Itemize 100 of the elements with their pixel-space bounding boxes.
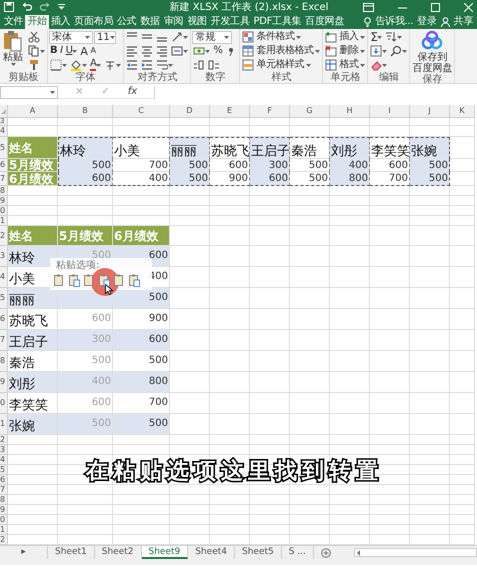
sign-in-link[interactable]: 登录 <box>415 15 439 29</box>
fill-down-button[interactable] <box>369 44 388 58</box>
row-header[interactable]: 5 <box>0 137 8 159</box>
column-header[interactable]: J <box>410 105 450 118</box>
paste-option-button[interactable] <box>99 273 110 287</box>
decrease-indent-button[interactable] <box>125 58 140 72</box>
ribbon-display-icon[interactable] <box>363 2 374 12</box>
column-header[interactable]: C <box>113 105 170 118</box>
scissors-button[interactable] <box>27 30 41 44</box>
row-header[interactable]: 1 <box>0 216 8 226</box>
ribbon-tab[interactable]: 开始 <box>25 15 49 29</box>
italic-button[interactable]: I <box>59 44 64 58</box>
row-header[interactable]: 8 <box>0 495 8 505</box>
wrap-text-button[interactable] <box>155 58 174 72</box>
paintbrush-button[interactable] <box>27 58 41 72</box>
row-header[interactable]: 6 <box>0 309 8 330</box>
row-header[interactable]: 7 <box>0 330 8 351</box>
sheet-tab[interactable]: Sheet9 <box>142 546 188 559</box>
underline-button[interactable]: U <box>64 44 78 58</box>
row-header[interactable]: 8 <box>0 351 8 372</box>
sort-filter-button[interactable] <box>384 30 404 44</box>
row-header[interactable]: 7 <box>0 485 8 495</box>
grow-font-button[interactable]: A <box>79 44 88 58</box>
ribbon-tab[interactable]: 数据 <box>138 15 162 29</box>
paint-bucket-button[interactable] <box>69 58 88 72</box>
row-header[interactable]: 4 <box>0 455 8 465</box>
conditional-format-button[interactable]: 条件格式 <box>241 30 302 44</box>
row-header[interactable]: 6 <box>0 159 8 172</box>
font-size-dropdown[interactable]: 11 <box>94 30 116 44</box>
ribbon-tab[interactable]: 审阅 <box>162 15 186 29</box>
column-header[interactable]: E <box>210 105 250 118</box>
cell-style-button[interactable]: 单元格样式 <box>241 58 312 72</box>
font-color-button[interactable]: A <box>89 58 102 72</box>
column-header[interactable]: G <box>290 105 330 118</box>
paste-button[interactable]: 粘贴 <box>1 30 25 66</box>
undo-icon[interactable] <box>22 2 32 12</box>
ribbon-tab[interactable]: 百度网盘 <box>303 15 346 29</box>
row-header[interactable]: 9 <box>0 372 8 393</box>
autosum-button[interactable]: Σ <box>369 30 384 44</box>
row-header[interactable]: 3 <box>0 246 8 267</box>
bold-button[interactable]: B <box>49 44 58 58</box>
column-header[interactable]: A <box>8 105 58 118</box>
row-header[interactable]: 0 <box>0 515 8 525</box>
close-icon[interactable] <box>464 2 473 12</box>
percent-button[interactable]: % <box>212 44 224 58</box>
row-header[interactable]: 5 <box>0 465 8 475</box>
delete-button[interactable]: 删除 <box>324 44 366 58</box>
increase-decimal-button[interactable] <box>192 58 206 72</box>
row-header[interactable]: 4 <box>0 267 8 288</box>
column-header[interactable]: I <box>370 105 410 118</box>
column-header[interactable]: H <box>330 105 370 118</box>
save-icon[interactable] <box>4 2 14 12</box>
align-right-button[interactable] <box>155 44 170 58</box>
row-header[interactable]: 6 <box>0 475 8 485</box>
row-header[interactable]: 2 <box>0 226 8 246</box>
row-header[interactable]: 7 <box>0 172 8 186</box>
copy-button[interactable] <box>27 44 46 58</box>
ribbon-tab[interactable]: 插入 <box>48 15 72 29</box>
row-header[interactable]: 1 <box>0 414 8 435</box>
ribbon-tab[interactable]: 页面布局 <box>72 15 116 29</box>
text-orientation-button[interactable] <box>170 30 190 44</box>
formula-input[interactable] <box>154 86 477 98</box>
ribbon-tab[interactable]: PDF工具集 <box>251 15 304 29</box>
column-header[interactable]: K <box>450 105 475 118</box>
row-header[interactable]: 9 <box>0 196 8 206</box>
format-button[interactable]: 格式 <box>324 58 366 72</box>
row-header[interactable]: 0 <box>0 393 8 414</box>
row-header[interactable]: 9 <box>0 505 8 515</box>
ribbon-tab[interactable]: 开发工具 <box>208 15 252 29</box>
customize-toolbar-icon[interactable] <box>58 4 65 10</box>
align-center-button[interactable] <box>140 44 154 58</box>
number-format-dropdown[interactable]: 常规 <box>192 30 232 44</box>
row-header[interactable]: 5 <box>0 288 8 309</box>
row-header[interactable]: 8 <box>0 186 8 196</box>
shrink-font-button[interactable]: A <box>89 44 96 58</box>
increase-indent-button[interactable] <box>140 58 154 72</box>
table-format-button[interactable]: 套用表格格式 <box>241 44 322 58</box>
decrease-decimal-button[interactable] <box>207 58 222 72</box>
save-to-cloud-button[interactable]: 保存到 百度网盘 <box>411 30 454 74</box>
row-header[interactable]: 1 <box>0 525 8 535</box>
tell-me-search[interactable]: 告诉我... <box>362 15 416 29</box>
insert-button[interactable]: 插入 <box>324 30 366 44</box>
ribbon-tab[interactable]: 视图 <box>185 15 209 29</box>
border-button[interactable] <box>49 58 68 72</box>
row-header[interactable]: 0 <box>0 206 8 216</box>
maximize-icon[interactable] <box>431 2 440 12</box>
horizontal-scrollbar[interactable] <box>354 548 477 557</box>
row-header[interactable]: 2 <box>0 435 8 445</box>
ribbon-tab[interactable]: 文件 <box>2 15 26 29</box>
align-left-button[interactable] <box>125 44 140 58</box>
column-header[interactable]: F <box>250 105 290 118</box>
row-header[interactable]: 4 <box>0 126 8 137</box>
row-header[interactable]: 3 <box>0 445 8 455</box>
column-header[interactable]: B <box>58 105 113 118</box>
merge-cells-button[interactable] <box>170 44 190 58</box>
redo-icon[interactable] <box>40 2 50 12</box>
scroll-left-icon[interactable] <box>354 548 363 556</box>
search-button[interactable] <box>389 44 408 58</box>
share-button[interactable]: 共享 <box>438 15 475 29</box>
ribbon-tab[interactable]: 公式 <box>115 15 138 29</box>
